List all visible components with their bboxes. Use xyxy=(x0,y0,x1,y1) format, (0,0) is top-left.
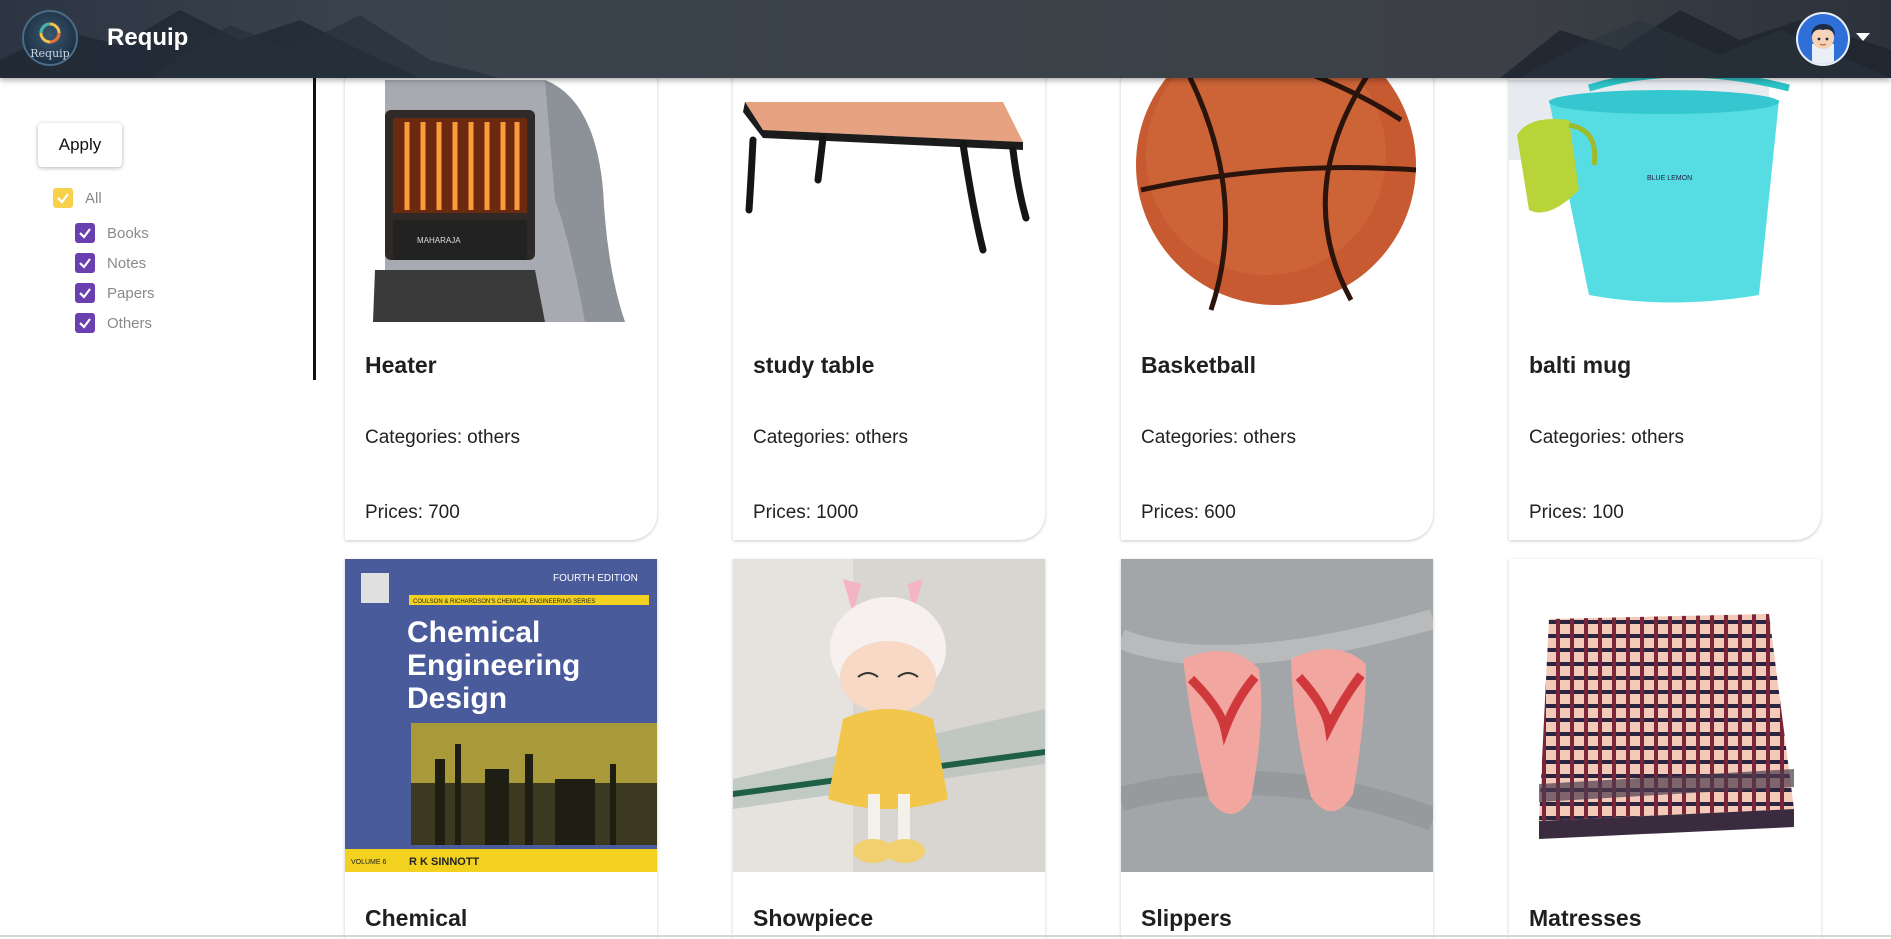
filter-books-label: Books xyxy=(107,224,149,242)
categories-label: Categories: xyxy=(1141,427,1239,448)
checkbox-notes[interactable] xyxy=(75,253,95,273)
price-value: 700 xyxy=(428,502,460,523)
product-card-chemical[interactable]: FOURTH EDITION COULSON & RICHARDSON'S CH… xyxy=(345,559,657,939)
check-icon xyxy=(79,318,91,329)
checkbox-others[interactable] xyxy=(75,313,95,333)
sidebar-divider xyxy=(313,78,316,380)
filter-sidebar xyxy=(0,78,318,937)
product-image-heater: MAHARAJA xyxy=(345,40,657,330)
balti-mug-image: BLUE LEMON xyxy=(1509,40,1821,330)
product-title[interactable]: study table xyxy=(753,352,874,379)
product-title[interactable]: Showpiece xyxy=(753,905,873,932)
price-value: 100 xyxy=(1592,502,1624,523)
basketball-image xyxy=(1121,40,1433,330)
filter-all-label: All xyxy=(85,189,102,207)
top-app-bar: Requip Requip xyxy=(0,0,1891,78)
product-card-heater[interactable]: MAHARAJA Heater Categories: others Prices… xyxy=(345,40,657,540)
product-card-showpiece[interactable]: Showpiece xyxy=(733,559,1045,939)
category-value: others xyxy=(467,427,520,448)
product-category: Categories: others xyxy=(753,427,908,449)
bucket-brand-text: BLUE LEMON xyxy=(1647,175,1692,182)
book-edition: FOURTH EDITION xyxy=(553,573,638,584)
price-value: 600 xyxy=(1204,502,1236,523)
avatar-face-icon xyxy=(1811,24,1835,64)
checkbox-all[interactable] xyxy=(53,188,73,208)
logo-text: Requip xyxy=(30,47,70,60)
checkbox-books[interactable] xyxy=(75,223,95,243)
product-image-balti-mug: BLUE LEMON xyxy=(1509,40,1821,330)
product-image-study-table xyxy=(733,40,1045,330)
mountain-background xyxy=(0,10,1891,78)
price-value: 1000 xyxy=(816,502,859,523)
product-title[interactable]: Slippers xyxy=(1141,905,1232,932)
apply-button[interactable]: Apply xyxy=(38,123,122,167)
filter-books[interactable]: Books xyxy=(75,223,149,243)
product-price: Prices: 100 xyxy=(1529,502,1624,524)
filter-notes-label: Notes xyxy=(107,254,147,272)
product-image-matresses xyxy=(1509,559,1821,872)
product-image-slippers xyxy=(1121,559,1433,872)
product-image-chemical: FOURTH EDITION COULSON & RICHARDSON'S CH… xyxy=(345,559,657,872)
matresses-image xyxy=(1509,559,1821,872)
book-title-line2: Engineering xyxy=(407,649,580,682)
product-card-slippers[interactable]: Slippers xyxy=(1121,559,1433,939)
account-menu-chevron-down-icon[interactable] xyxy=(1856,33,1870,41)
book-title-line3: Design xyxy=(407,682,507,715)
book-title-line1: Chemical xyxy=(407,616,540,649)
book-author: R K SINNOTT xyxy=(409,856,480,868)
categories-label: Categories: xyxy=(753,427,851,448)
filter-all[interactable]: All xyxy=(53,188,102,208)
app-title[interactable]: Requip xyxy=(107,24,188,52)
price-label: Prices: xyxy=(1529,502,1588,523)
product-title[interactable]: balti mug xyxy=(1529,352,1631,379)
product-card-study-table[interactable]: study table Categories: others Prices: 100… xyxy=(733,40,1045,540)
user-avatar[interactable] xyxy=(1798,14,1848,64)
price-label: Prices: xyxy=(365,502,424,523)
check-icon xyxy=(79,258,91,269)
product-price: Prices: 700 xyxy=(365,502,460,524)
filter-others-label: Others xyxy=(107,314,153,332)
categories-label: Categories: xyxy=(1529,427,1627,448)
filter-papers-label: Papers xyxy=(107,284,155,302)
product-price: Prices: 600 xyxy=(1141,502,1236,524)
study-table-image xyxy=(733,40,1045,330)
check-icon xyxy=(79,288,91,299)
heater-brand-text: MAHARAJA xyxy=(417,236,461,245)
book-volume: VOLUME 6 xyxy=(351,859,387,866)
checkbox-papers[interactable] xyxy=(75,283,95,303)
product-category: Categories: others xyxy=(365,427,520,449)
product-title[interactable]: Chemical xyxy=(365,905,467,932)
categories-label: Categories: xyxy=(365,427,463,448)
app-logo[interactable]: Requip xyxy=(22,10,78,66)
filter-notes[interactable]: Notes xyxy=(75,253,146,273)
check-icon xyxy=(57,193,69,204)
book-series: COULSON & RICHARDSON'S CHEMICAL ENGINEER… xyxy=(413,599,595,605)
product-category: Categories: others xyxy=(1141,427,1296,449)
product-card-matresses[interactable]: Matresses xyxy=(1509,559,1821,939)
category-value: others xyxy=(1243,427,1296,448)
product-price: Prices: 1000 xyxy=(753,502,858,524)
product-card-basketball[interactable]: Basketball Categories: others Prices: 600 xyxy=(1121,40,1433,540)
product-title[interactable]: Basketball xyxy=(1141,352,1256,379)
check-icon xyxy=(79,228,91,239)
product-title[interactable]: Matresses xyxy=(1529,905,1642,932)
filter-papers[interactable]: Papers xyxy=(75,283,155,303)
price-label: Prices: xyxy=(1141,502,1200,523)
product-title[interactable]: Heater xyxy=(365,352,437,379)
price-label: Prices: xyxy=(753,502,812,523)
category-value: others xyxy=(1631,427,1684,448)
filter-others[interactable]: Others xyxy=(75,313,152,333)
product-image-basketball xyxy=(1121,40,1433,330)
product-category: Categories: others xyxy=(1529,427,1684,449)
heater-image: MAHARAJA xyxy=(345,40,657,330)
showpiece-image xyxy=(733,559,1045,872)
book-cover-image: FOURTH EDITION COULSON & RICHARDSON'S CH… xyxy=(345,559,657,872)
category-value: others xyxy=(855,427,908,448)
product-image-showpiece xyxy=(733,559,1045,872)
product-card-balti-mug[interactable]: BLUE LEMON balti mug Categories: others P… xyxy=(1509,40,1821,540)
slippers-image xyxy=(1121,559,1433,872)
